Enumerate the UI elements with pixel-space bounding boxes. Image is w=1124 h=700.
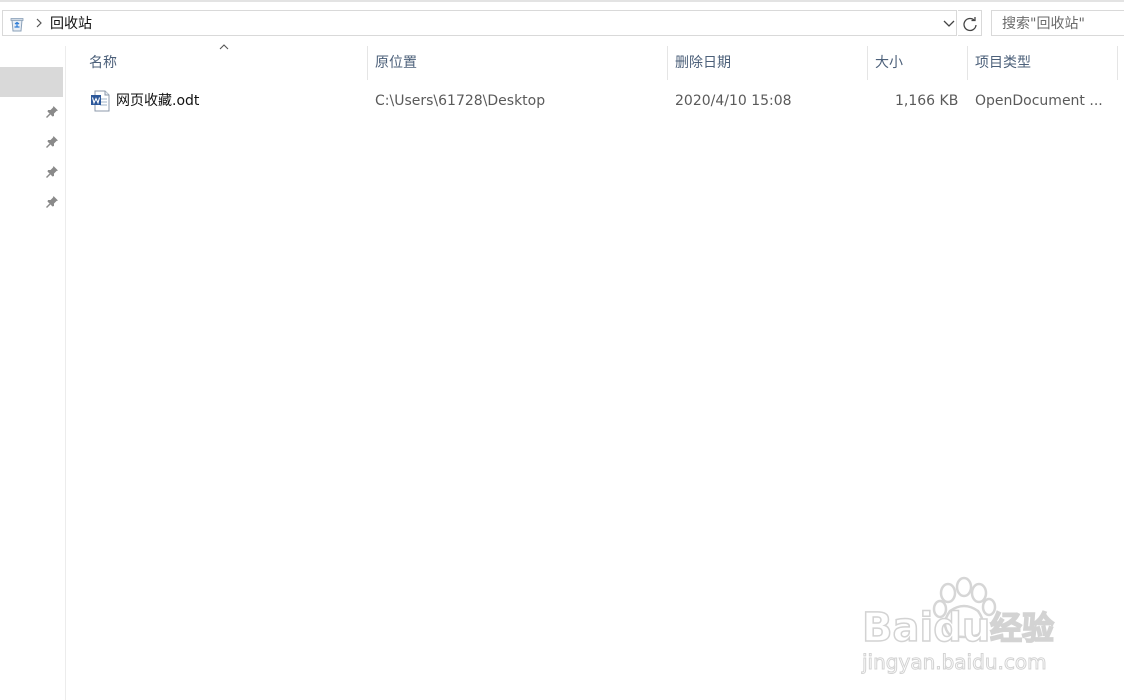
watermark-cn: 经验 [990,609,1054,647]
pin-icon[interactable] [44,104,60,120]
address-bar[interactable]: 回收站 [2,10,957,36]
file-size: 1,166 KB [895,93,959,109]
pin-icon[interactable] [44,194,60,210]
file-date-deleted: 2020/4/10 15:08 [675,93,792,109]
pin-icon[interactable] [44,164,60,180]
recycle-bin-icon [10,18,24,32]
address-path[interactable]: 回收站 [50,15,92,33]
refresh-icon [963,17,977,32]
file-row[interactable]: 网页收藏.odt C:\Users\61728\Desktop 2020/4/1… [67,87,1124,115]
sort-ascending-caret-icon [219,44,229,50]
column-headers: 名称 原位置 删除日期 大小 项目类型 [67,44,1124,80]
watermark-brand: Baidu [862,605,990,651]
column-header-name-label: 名称 [89,55,117,71]
column-divider[interactable] [1117,46,1118,80]
column-header-date-deleted-label: 删除日期 [675,55,731,71]
column-header-size[interactable]: 大小 [868,46,967,80]
file-name[interactable]: 网页收藏.odt [116,92,199,110]
search-input[interactable]: 搜索"回收站" [991,10,1124,36]
search-placeholder: 搜索"回收站" [1002,16,1085,32]
watermark-url: jingyan.baidu.com [861,650,1047,674]
column-header-date-deleted[interactable]: 删除日期 [668,46,867,80]
file-item-type: OpenDocument ... [975,93,1103,109]
column-header-name[interactable]: 名称 [67,44,367,80]
word-document-icon [91,90,110,112]
baidu-jingyan-watermark: Baidu 经验 jingyan.baidu.com [861,576,1055,675]
chevron-right-icon[interactable] [33,14,45,32]
column-header-size-label: 大小 [875,55,903,71]
column-header-original-location[interactable]: 原位置 [368,46,667,80]
nav-item-selected[interactable] [0,67,63,97]
column-header-original-location-label: 原位置 [375,55,417,71]
column-header-item-type[interactable]: 项目类型 [968,46,1117,80]
window-top-border [0,0,1124,2]
navigation-pane [0,46,66,700]
file-original-location: C:\Users\61728\Desktop [375,93,546,109]
chevron-down-icon[interactable] [942,18,956,30]
pin-icon[interactable] [44,134,60,150]
address-bar-row: 回收站 搜索"回收站" [0,8,1124,40]
column-header-item-type-label: 项目类型 [975,55,1031,71]
file-explorer-window: 回收站 搜索"回收站" 名称 原位置 删除日期 大小 项目类型 网页收藏.odt… [0,0,1124,700]
refresh-button[interactable] [958,10,982,36]
